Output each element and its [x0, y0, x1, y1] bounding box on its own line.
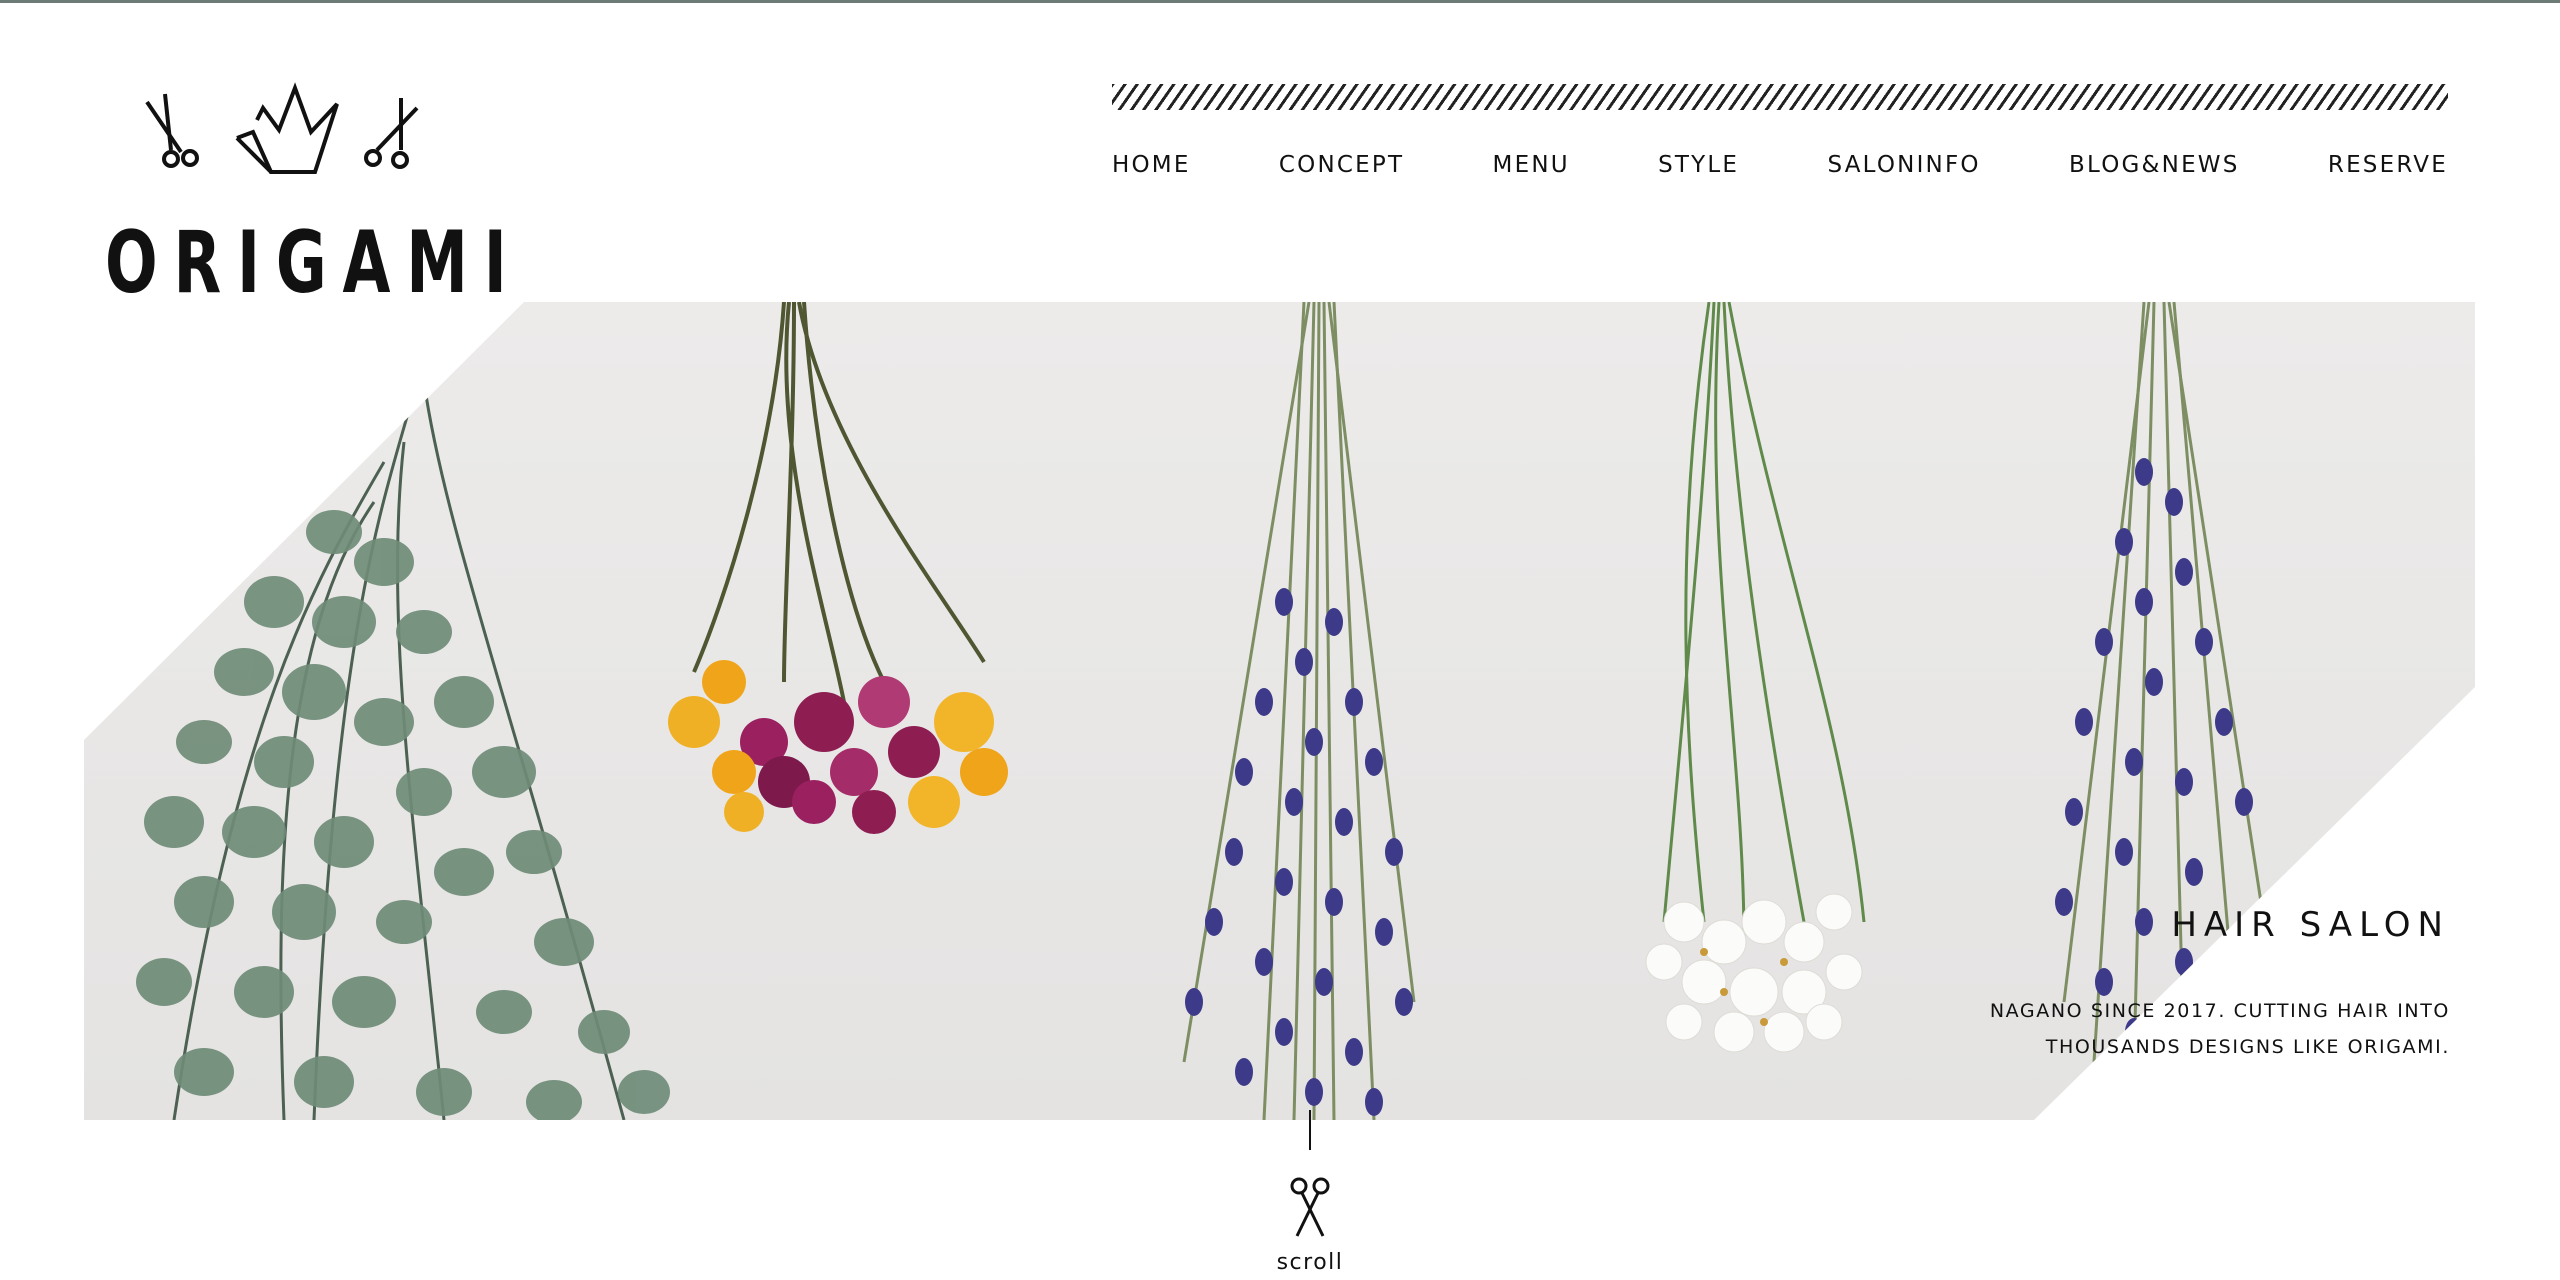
- crown-icon: [235, 82, 339, 174]
- scissors-icon: [1290, 1177, 1330, 1237]
- nav-item-reserve[interactable]: RESERVE: [2328, 152, 2448, 178]
- nav-item-home[interactable]: HOME: [1112, 152, 1191, 178]
- scissors-icon: [145, 93, 199, 168]
- logo-mark: [145, 82, 419, 174]
- scroll-label: scroll: [1276, 1250, 1344, 1275]
- nav-item-menu[interactable]: MENU: [1493, 152, 1570, 178]
- hero-title: HAIR SALON: [2171, 905, 2450, 945]
- scroll-line: [1309, 1110, 1311, 1150]
- logo-wordmark: ORIGAMI: [105, 213, 523, 313]
- nav-item-style[interactable]: STYLE: [1658, 152, 1739, 178]
- main-nav: HOME CONCEPT MENU STYLE SALONINFO BLOG&N…: [1112, 148, 2448, 182]
- decorative-hatch-bar: [1112, 84, 2448, 110]
- top-accent-rule: [0, 0, 2560, 3]
- hero-description: NAGANO SINCE 2017. CUTTING HAIR INTO THO…: [1989, 1000, 2450, 1058]
- scroll-indicator[interactable]: scroll: [1270, 1110, 1350, 1280]
- scissors-icon: [364, 98, 419, 169]
- site-logo[interactable]: ORIGAMI: [105, 80, 507, 310]
- nav-item-blog-news[interactable]: BLOG&NEWS: [2069, 152, 2240, 178]
- nav-item-concept[interactable]: CONCEPT: [1279, 152, 1404, 178]
- hero-tagline: HAIR SALON NAGANO SINCE 2017. CUTTING HA…: [1930, 905, 2450, 1065]
- nav-item-saloninfo[interactable]: SALONINFO: [1828, 152, 1981, 178]
